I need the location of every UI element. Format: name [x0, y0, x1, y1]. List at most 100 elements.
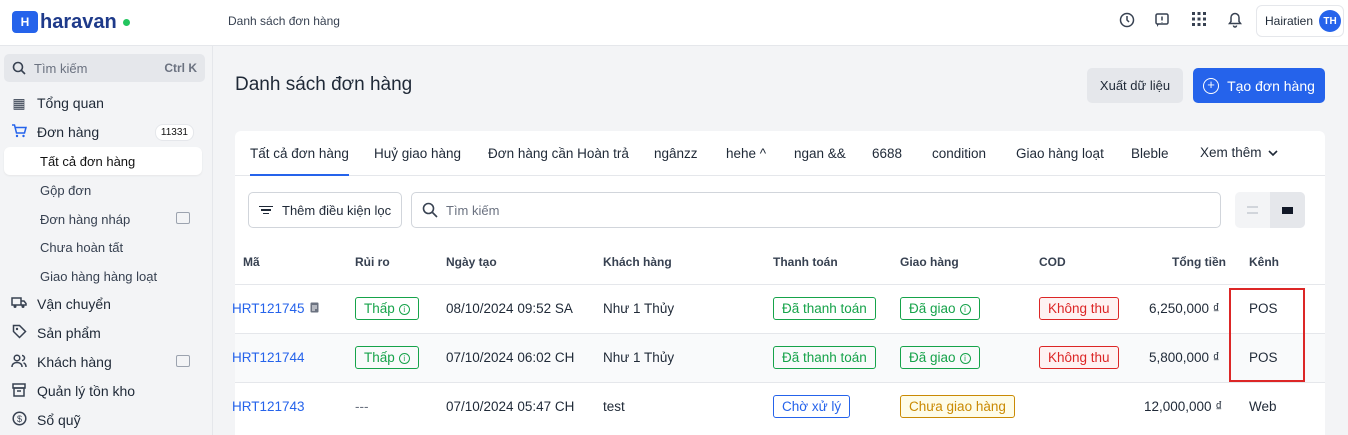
order-search-input[interactable]: Tìm kiếm [411, 192, 1221, 228]
sidebar-item-inventory[interactable]: Quản lý tồn kho [4, 377, 202, 405]
cod-status-badge: Không thu [1039, 297, 1119, 320]
compact-view-icon [1282, 206, 1293, 214]
sidebar-item-all-orders[interactable]: Tất cả đơn hàng [4, 147, 202, 175]
sidebar-item-overview[interactable]: ▦ Tổng quan [4, 89, 202, 117]
tab-see-more[interactable]: Xem thêm [1200, 145, 1278, 160]
info-icon[interactable]: i [398, 304, 410, 315]
tab-6688[interactable]: 6688 [872, 146, 902, 161]
col-header-created[interactable]: Ngày tạo [446, 255, 497, 269]
col-header-payment[interactable]: Thanh toán [773, 255, 838, 269]
risk-badge: Thấp i [355, 346, 419, 369]
col-header-code[interactable]: Mã [243, 255, 260, 269]
status-dot [122, 18, 130, 26]
compact-view-button[interactable] [1270, 192, 1305, 228]
logo-text: haravan [40, 10, 117, 33]
avatar: TH [1319, 10, 1342, 32]
shipping-label: Đã giao [909, 301, 956, 316]
sidebar-item-bulk-shipping[interactable]: Giao hàng hàng loạt [4, 262, 202, 290]
add-filter-button[interactable]: Thêm điều kiện lọc [248, 192, 402, 228]
order-total: 5,800,000 ₫ [1149, 350, 1220, 365]
logo[interactable]: H haravan [12, 10, 130, 34]
info-icon[interactable]: i [959, 353, 971, 364]
col-header-shipping[interactable]: Giao hàng [900, 255, 959, 269]
tag-icon [10, 324, 28, 342]
col-header-total[interactable]: Tổng tiền [1172, 255, 1226, 269]
risk-label: Thấp [364, 301, 395, 316]
tab-bleble[interactable]: Bleble [1131, 146, 1169, 161]
created-date: 08/10/2024 09:52 SA [446, 301, 573, 316]
note-icon [310, 302, 319, 313]
search-placeholder: Tìm kiếm [34, 60, 88, 76]
feedback-icon[interactable] [1153, 12, 1171, 30]
tab-need-return[interactable]: Đơn hàng cần Hoàn trả [488, 146, 629, 161]
chevron-down-icon [1268, 150, 1278, 157]
sidebar-item-cashbook[interactable]: $ Sổ quỹ [4, 406, 202, 434]
cart-icon [10, 123, 28, 141]
tab-cancel-shipping[interactable]: Huỷ giao hàng [374, 146, 461, 161]
create-order-label: Tạo đơn hàng [1227, 77, 1315, 94]
view-toggle [1235, 192, 1305, 228]
sidebar-item-label: Tất cả đơn hàng [40, 153, 136, 169]
sidebar-item-label: Quản lý tồn kho [37, 383, 136, 399]
cod-status-badge: Không thu [1039, 346, 1119, 369]
tab-ngan[interactable]: ngan && [794, 146, 846, 161]
search-icon [422, 202, 438, 218]
users-icon [10, 353, 28, 371]
info-icon[interactable]: i [959, 304, 971, 315]
user-menu[interactable]: Hairatien TH [1256, 5, 1344, 37]
tab-bulk-shipping[interactable]: Giao hàng loạt [1016, 146, 1104, 161]
bell-icon[interactable] [1226, 12, 1244, 30]
list-view-button[interactable] [1235, 192, 1270, 228]
tab-nganzz[interactable]: ngânzz [654, 146, 698, 161]
table-row[interactable]: HRT121745 Thấp i 08/10/2024 09:52 SA Như … [232, 284, 1325, 333]
order-code: HRT121745 [232, 301, 305, 316]
dashboard-icon: ▦ [12, 94, 26, 111]
sidebar-item-incomplete[interactable]: Chưa hoàn tất [4, 233, 202, 261]
user-name: Hairatien [1265, 14, 1314, 28]
external-link-icon [176, 212, 190, 224]
sidebar-item-draft-orders[interactable]: Đơn hàng nháp [4, 205, 202, 233]
search-shortcut: Ctrl K [164, 61, 197, 75]
table-row[interactable]: HRT121744 Thấp i 07/10/2024 06:02 CH Như … [232, 333, 1325, 382]
sidebar-item-merge-orders[interactable]: Gộp đơn [4, 176, 202, 204]
order-code-link[interactable]: HRT121745 [232, 301, 319, 316]
channel-highlight-box [1229, 288, 1305, 382]
col-header-channel[interactable]: Kênh [1249, 255, 1279, 269]
order-tabs: Tất cả đơn hàng Huỷ giao hàng Đơn hàng c… [235, 131, 1325, 176]
tab-hehe[interactable]: hehe ^ [726, 146, 766, 161]
payment-status-badge: Đã thanh toán [773, 346, 876, 369]
info-icon[interactable]: i [398, 353, 410, 364]
customer-name: test [603, 399, 625, 414]
orders-card: Tất cả đơn hàng Huỷ giao hàng Đơn hàng c… [232, 131, 1325, 435]
col-header-risk[interactable]: Rủi ro [355, 255, 390, 269]
sidebar-item-orders[interactable]: Đơn hàng 11331 [4, 118, 202, 146]
tab-condition[interactable]: condition [932, 146, 986, 161]
table-row[interactable]: HRT121743 --- 07/10/2024 05:47 CH test C… [232, 382, 1325, 431]
support-icon[interactable] [1118, 12, 1136, 30]
created-date: 07/10/2024 05:47 CH [446, 399, 575, 414]
sidebar-item-shipping[interactable]: Vận chuyển [4, 290, 202, 318]
truck-icon [10, 296, 28, 312]
external-link-icon [176, 355, 190, 367]
see-more-label: Xem thêm [1200, 145, 1262, 160]
tab-all-orders[interactable]: Tất cả đơn hàng [250, 146, 349, 176]
order-code-link[interactable]: HRT121744 [232, 350, 305, 365]
inventory-icon [10, 382, 28, 400]
order-count-badge: 11331 [154, 124, 194, 141]
sidebar-item-label: Giao hàng hàng loạt [40, 268, 158, 284]
sidebar-item-customers[interactable]: Khách hàng [4, 348, 202, 376]
customer-name: Như 1 Thủy [603, 301, 675, 316]
sidebar-item-products[interactable]: Sản phẩm [4, 319, 202, 347]
col-header-customer[interactable]: Khách hàng [603, 255, 672, 269]
create-order-button[interactable]: + Tạo đơn hàng [1193, 68, 1325, 103]
sidebar-item-label: Đơn hàng nháp [40, 211, 131, 227]
apps-grid-icon[interactable] [1190, 12, 1208, 30]
plus-icon: + [1203, 77, 1220, 94]
page-title: Danh sách đơn hàng [235, 74, 413, 95]
export-button[interactable]: Xuất dữ liệu [1087, 68, 1183, 103]
sidebar: Tìm kiếm Ctrl K ▦ Tổng quan Đơn hàng 113… [0, 46, 213, 435]
sidebar-search[interactable]: Tìm kiếm Ctrl K [4, 54, 205, 82]
shipping-status-badge: Đã giao i [900, 346, 980, 369]
col-header-cod[interactable]: COD [1039, 255, 1066, 269]
order-code-link[interactable]: HRT121743 [232, 399, 305, 414]
